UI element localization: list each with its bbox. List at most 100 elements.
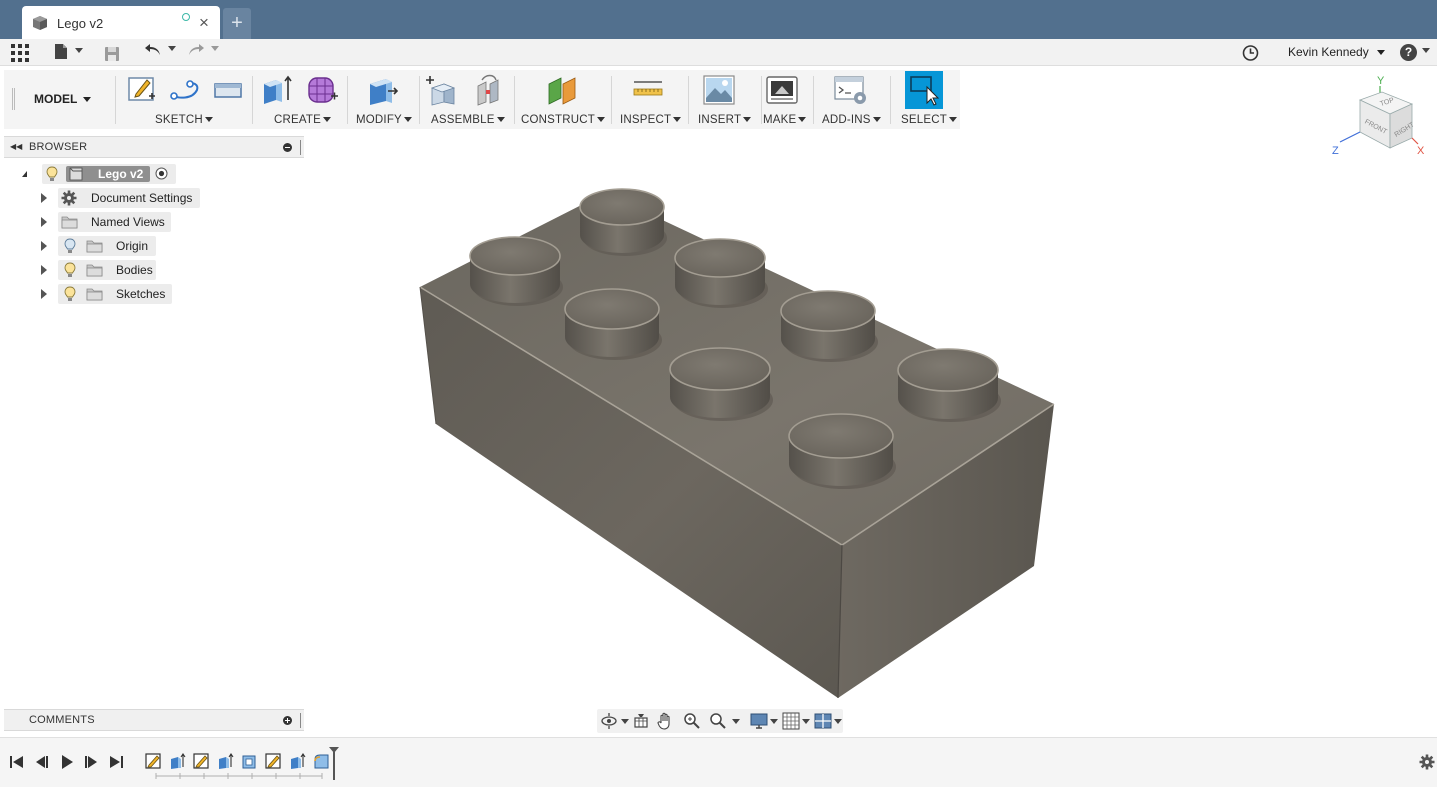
panel-resize-handle[interactable] [300,140,302,155]
measure-icon[interactable] [632,80,664,100]
comments-panel-header: COMMENTS [4,709,304,731]
display-dropdown-icon[interactable] [770,719,778,724]
expand-arrow-icon[interactable] [41,193,47,203]
zoom-dropdown-icon[interactable] [732,719,740,724]
help-menu-button[interactable]: ? [1400,43,1431,63]
line-icon[interactable] [170,78,202,102]
assemble-menu[interactable]: ASSEMBLE [431,114,505,126]
data-panel-grid-icon[interactable] [11,43,29,63]
create-menu[interactable]: CREATE [274,114,331,126]
insert-menu[interactable]: INSERT [698,114,752,126]
expand-arrow-icon[interactable] [41,241,47,251]
insert-image-icon[interactable] [703,74,735,106]
redo-button[interactable] [187,43,220,63]
close-tab-button[interactable]: × [199,13,209,33]
step-back-icon[interactable] [34,754,50,770]
folder-icon [61,216,78,229]
timeline-feature-sketch-icon[interactable] [193,753,210,770]
timeline-feature-sketch-icon[interactable] [145,753,162,770]
save-icon[interactable] [104,44,120,64]
activate-radio-icon[interactable] [155,167,168,180]
folder-icon [86,240,103,253]
new-component-icon[interactable] [426,74,460,106]
make-menu-label: MAKE [763,114,797,126]
collapse-panel-icon[interactable]: ◀◀ [10,142,22,151]
file-menu-button[interactable] [54,43,84,63]
toolbar-grip[interactable] [12,88,15,110]
grid-settings-icon[interactable] [782,712,800,730]
grid-dropdown-icon[interactable] [802,719,810,724]
create-menu-label: CREATE [274,114,321,126]
tree-item-origin[interactable]: Origin [40,236,200,256]
view-cube[interactable]: Y TOP FRONT RIGHT Z X [1330,72,1430,172]
undo-icon [145,44,160,55]
tree-item-sketches[interactable]: Sketches [40,284,200,304]
select-menu[interactable]: SELECT [901,114,957,126]
timeline-bar [0,737,1437,787]
scripts-addins-icon[interactable] [834,74,868,106]
lightbulb-icon[interactable] [64,262,76,278]
offset-plane-icon[interactable] [545,74,579,106]
zoom-icon[interactable] [683,712,701,730]
play-icon[interactable] [59,754,75,770]
sketch-menu[interactable]: SKETCH [155,114,213,126]
lightbulb-icon[interactable] [46,166,58,182]
expand-arrow-icon[interactable] [41,289,47,299]
step-forward-icon[interactable] [83,754,99,770]
new-tab-button[interactable]: + [223,8,251,39]
viewports-dropdown-icon[interactable] [834,719,842,724]
workspace-switcher[interactable]: MODEL [34,92,92,106]
go-to-start-icon[interactable] [9,754,25,770]
fit-zoom-icon[interactable] [709,712,727,730]
add-ins-menu[interactable]: ADD-INS [822,114,881,126]
brick-stud [564,288,662,360]
timeline-feature-sketch-icon[interactable] [265,753,282,770]
form-tspline-icon[interactable] [307,74,339,106]
modify-menu[interactable]: MODIFY [356,114,412,126]
expand-arrow-icon[interactable] [41,265,47,275]
tree-item-document-settings[interactable]: Document Settings [40,188,200,208]
undo-button[interactable] [144,43,177,63]
tree-item-named-views[interactable]: Named Views [40,212,200,232]
add-ins-group: ADD-INS [816,70,888,129]
make-menu[interactable]: MAKE [763,114,807,126]
press-pull-icon[interactable] [366,74,398,106]
orbit-icon[interactable] [600,712,618,730]
orbit-dropdown-icon[interactable] [621,719,629,724]
lightbulb-off-icon[interactable] [64,238,76,254]
3d-print-icon[interactable] [766,74,798,106]
timeline-feature-extrude-icon[interactable] [169,753,186,770]
lightbulb-icon[interactable] [64,286,76,302]
pan-hand-icon[interactable] [657,712,674,730]
panel-resize-handle[interactable] [300,713,302,728]
add-comment-icon[interactable] [283,716,292,725]
job-status-clock-icon[interactable] [1242,43,1259,63]
extrude-icon[interactable] [261,74,293,106]
look-at-icon[interactable] [633,713,649,729]
sketch-menu-label: SKETCH [155,114,203,126]
timeline-feature-extrude-icon[interactable] [217,753,234,770]
timeline-marker[interactable] [328,746,340,780]
select-tool-button[interactable] [905,71,943,109]
go-to-end-icon[interactable] [108,754,124,770]
lego-brick-model[interactable] [305,130,1437,735]
tree-item-bodies[interactable]: Bodies [40,260,200,280]
rectangle-icon[interactable] [213,80,243,100]
create-sketch-icon[interactable] [127,74,157,104]
joint-icon[interactable] [472,74,506,106]
viewports-icon[interactable] [814,712,832,730]
fusion-window: Lego v2 × + Kevin Kennedy ? MODEL SKETCH… [0,0,1437,787]
construct-menu[interactable]: CONSTRUCT [521,114,605,126]
document-tab[interactable]: Lego v2 × [22,6,220,39]
expand-arrow-icon[interactable] [41,217,47,227]
timeline-settings-gear-icon[interactable] [1419,754,1435,770]
user-account-menu[interactable]: Kevin Kennedy [1288,45,1386,59]
collapse-arrow-icon[interactable] [22,171,27,177]
timeline-feature-shell-icon[interactable] [241,753,258,770]
canvas-viewport[interactable] [305,130,1437,735]
display-settings-icon[interactable] [750,712,768,730]
timeline-feature-extrude-icon[interactable] [289,753,306,770]
minimize-panel-icon[interactable] [283,143,292,152]
construct-group: CONSTRUCT [517,70,609,129]
inspect-menu[interactable]: INSPECT [620,114,682,126]
